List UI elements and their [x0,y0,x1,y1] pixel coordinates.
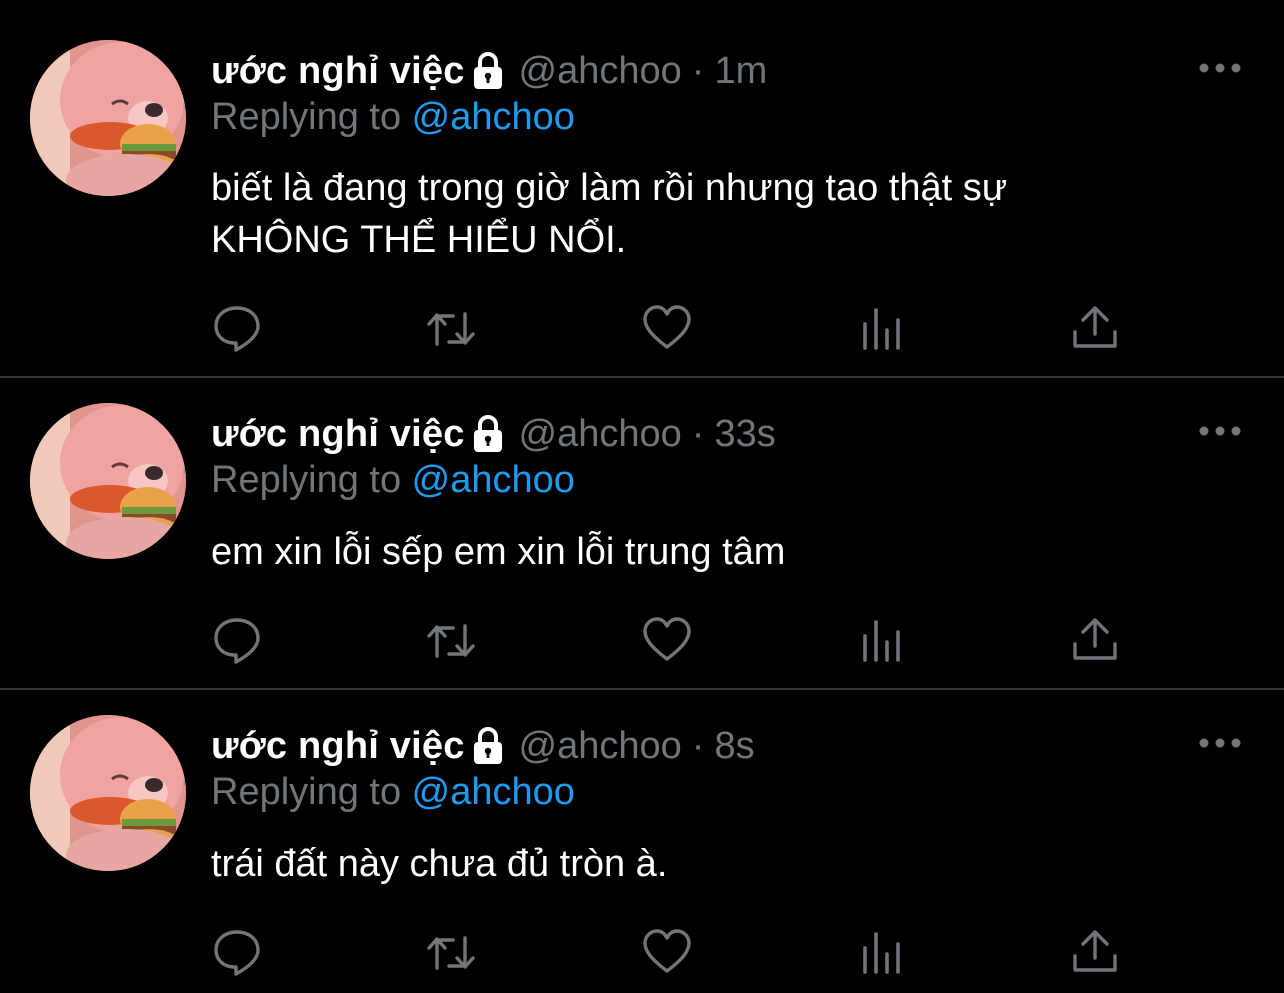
retweet-button[interactable] [425,614,477,666]
more-icon[interactable] [1198,58,1242,78]
avatar-pink-beaver-image [30,40,186,196]
retweet-icon [427,312,475,346]
separator-dot: · [691,49,705,92]
timestamp[interactable]: 33s [714,413,775,456]
more-icon[interactable] [1198,733,1242,753]
timestamp[interactable]: 1m [714,50,767,93]
tweet-header: ước nghỉ việc @ahchoo · 8s [211,721,755,771]
share-button[interactable] [1069,302,1121,354]
reply-button[interactable] [211,614,263,666]
views-button[interactable] [855,926,907,978]
tweet-header: ước nghỉ việc @ahchoo · 1m [211,46,767,96]
reply-button[interactable] [211,926,263,978]
reply-icon [214,618,260,664]
views-button[interactable] [855,614,907,666]
tweet-text: em xin lỗi sếp em xin lỗi trung tâm [211,526,1211,578]
avatar-pink-beaver-image [30,715,186,871]
timestamp[interactable]: 8s [714,725,754,768]
tweet-text-line: KHÔNG THỂ HIỂU NỔI. [211,219,627,261]
tweet[interactable]: ước nghỉ việc @ahchoo · 33s Replying to … [0,378,1284,688]
retweet-button[interactable] [425,926,477,978]
replying-mention-link[interactable]: @ahchoo [412,96,575,138]
share-icon [1073,930,1117,972]
replying-prefix: Replying to [211,96,412,138]
replying-prefix: Replying to [211,771,412,813]
tweet-text: biết là đang trong giờ làm rồi nhưng tao… [211,162,1211,266]
tweet[interactable]: ước nghỉ việc @ahchoo · 8s Replying to @… [0,690,1284,993]
replying-mention-link[interactable]: @ahchoo [412,459,575,501]
views-icon [863,308,900,350]
share-button[interactable] [1069,926,1121,978]
tweet[interactable]: ước nghỉ việc @ahchoo · 1m Replying to @… [0,0,1284,376]
share-icon [1073,618,1117,660]
lock-icon [471,726,505,766]
avatar[interactable] [30,40,186,196]
replying-to: Replying to @ahchoo [211,459,575,502]
share-button[interactable] [1069,614,1121,666]
action-bar [211,302,1131,352]
like-button[interactable] [641,926,693,978]
avatar[interactable] [30,715,186,871]
lock-icon [471,414,505,454]
like-button[interactable] [641,302,693,354]
separator-dot: · [691,412,705,455]
reply-icon [214,930,260,976]
display-name[interactable]: ước nghỉ việc [211,50,465,93]
display-name[interactable]: ước nghỉ việc [211,725,465,768]
lock-icon [471,51,505,91]
share-icon [1073,306,1117,348]
tweet-text-line: biết là đang trong giờ làm rồi nhưng tao… [211,167,1008,209]
heart-icon [643,617,691,661]
views-icon [863,620,900,662]
handle[interactable]: @ahchoo [519,413,682,456]
tweet-text: trái đất này chưa đủ tròn à. [211,838,1211,890]
avatar[interactable] [30,403,186,559]
tweet-header: ước nghỉ việc @ahchoo · 33s [211,409,776,459]
action-bar [211,926,1131,976]
tweet-text-line: trái đất này chưa đủ tròn à. [211,843,668,885]
handle[interactable]: @ahchoo [519,50,682,93]
avatar-pink-beaver-image [30,403,186,559]
action-bar [211,614,1131,664]
reply-button[interactable] [211,302,263,354]
display-name[interactable]: ước nghỉ việc [211,413,465,456]
heart-icon [643,929,691,973]
replying-to: Replying to @ahchoo [211,771,575,814]
tweet-text-line: em xin lỗi sếp em xin lỗi trung tâm [211,531,786,573]
more-icon[interactable] [1198,421,1242,441]
heart-icon [643,305,691,349]
replying-to: Replying to @ahchoo [211,96,575,139]
like-button[interactable] [641,614,693,666]
separator-dot: · [691,724,705,767]
reply-icon [214,306,260,352]
retweet-icon [427,624,475,658]
replying-mention-link[interactable]: @ahchoo [412,771,575,813]
retweet-button[interactable] [425,302,477,354]
replying-prefix: Replying to [211,459,412,501]
handle[interactable]: @ahchoo [519,725,682,768]
retweet-icon [427,936,475,970]
views-icon [863,932,900,974]
views-button[interactable] [855,302,907,354]
